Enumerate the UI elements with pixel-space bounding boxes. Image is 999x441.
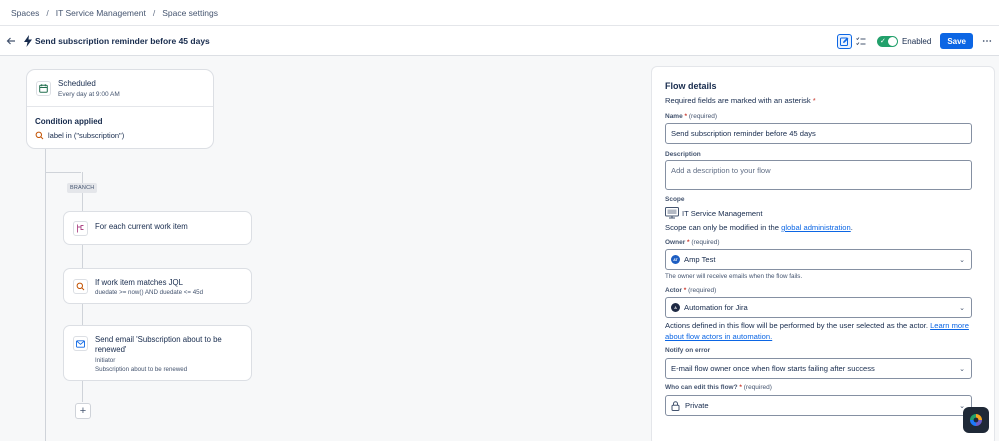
avatar: A <box>671 303 680 312</box>
trigger-subtitle: Every day at 9:00 AM <box>58 91 120 98</box>
mail-icon <box>73 336 88 351</box>
toggle-knob <box>887 36 897 46</box>
breadcrumb-separator: / <box>152 7 156 18</box>
enabled-label: Enabled <box>901 36 932 46</box>
who-can-edit-label: Who can edit this flow? * (required) <box>665 384 772 391</box>
notify-label: Notify on error <box>665 347 711 354</box>
breadcrumb-separator: / <box>46 7 49 18</box>
required-note: Required fields are marked with an aster… <box>665 96 816 105</box>
chevron-down-icon: ⌄ <box>959 304 965 312</box>
condition-row[interactable]: label in ("subscription") <box>35 131 124 140</box>
description-label: Description <box>665 151 701 158</box>
panel-heading: Flow details <box>665 81 717 91</box>
notify-select[interactable]: E-mail flow owner once when flow starts … <box>665 358 972 379</box>
step-title: Send email 'Subscription about to be ren… <box>95 335 222 354</box>
trigger-card[interactable]: Scheduled Every day at 9:00 AM Condition… <box>26 69 214 149</box>
who-can-edit-select[interactable]: Private ⌄ <box>665 395 972 416</box>
edit-mode-icon[interactable] <box>836 33 852 49</box>
breadcrumb-it-service-management[interactable]: IT Service Management <box>56 8 146 18</box>
condition-text: label in ("subscription") <box>48 131 125 140</box>
checklist-icon[interactable] <box>854 34 869 49</box>
step-if-jql[interactable]: If work item matches JQL duedate >= now(… <box>63 268 252 304</box>
actor-note: Actions defined in this flow will be per… <box>665 321 969 341</box>
chevron-down-icon: ⌄ <box>959 365 965 373</box>
back-arrow-icon[interactable] <box>4 34 18 48</box>
flow-details-panel: Flow details Required fields are marked … <box>651 66 995 441</box>
lock-icon <box>671 400 680 411</box>
search-icon <box>73 279 88 294</box>
name-input[interactable]: Send subscription reminder before 45 day… <box>665 123 972 144</box>
branch-connector-line <box>45 172 81 173</box>
step-send-email[interactable]: Send email 'Subscription about to be ren… <box>63 325 252 381</box>
assistant-logo-icon <box>970 414 982 426</box>
owner-label: Owner * (required) <box>665 239 720 246</box>
owner-select[interactable]: AT Amp Test ⌄ <box>665 249 972 270</box>
step-subtitle: duedate >= now() AND duedate <= 45d <box>95 289 204 296</box>
save-button[interactable]: Save <box>940 33 973 49</box>
more-options-icon[interactable]: ⋯ <box>981 36 993 47</box>
flow-header: Send subscription reminder before 45 day… <box>0 26 999 56</box>
scope-label: Scope <box>665 196 685 203</box>
actor-label: Actor * (required) <box>665 287 717 294</box>
flow-connector-line <box>45 149 46 441</box>
step-subtitle: Initiator <box>95 357 116 364</box>
branch-label: BRANCH <box>67 183 98 193</box>
enabled-toggle[interactable]: ✓ <box>876 35 898 47</box>
search-icon <box>35 131 44 140</box>
add-step-button[interactable]: + <box>75 403 91 419</box>
description-textarea[interactable]: Add a description to your flow <box>665 160 972 190</box>
notify-value: E-mail flow owner once when flow starts … <box>671 364 875 373</box>
step-title: If work item matches JQL <box>95 278 183 287</box>
name-label: Name * (required) <box>665 113 718 120</box>
step-subtitle: Subscription about to be renewed <box>95 366 188 373</box>
breadcrumb: Spaces / IT Service Management / Space s… <box>0 0 999 26</box>
lightning-bolt-icon <box>24 34 32 47</box>
step-title: For each current work item <box>95 222 188 231</box>
computer-icon <box>665 207 679 219</box>
flow-title-text: Send subscription reminder before 45 day… <box>35 35 210 46</box>
chevron-down-icon: ⌄ <box>959 256 965 264</box>
condition-title: Condition applied <box>35 117 103 126</box>
calendar-icon <box>36 81 51 96</box>
branch-icon <box>73 221 88 236</box>
breadcrumb-space-settings[interactable]: Space settings <box>162 8 218 18</box>
check-icon: ✓ <box>879 37 886 45</box>
who-can-edit-value: Private <box>685 401 709 410</box>
owner-value: Amp Test <box>684 255 716 264</box>
owner-hint: The owner will receive emails when the f… <box>665 273 803 280</box>
avatar: AT <box>671 255 680 264</box>
global-administration-link[interactable]: global administration <box>781 223 851 232</box>
scope-value: IT Service Management <box>665 207 762 219</box>
flow-title: Send subscription reminder before 45 day… <box>23 34 210 47</box>
scope-note: Scope can only be modified in the global… <box>665 223 853 232</box>
actor-select[interactable]: A Automation for Jira ⌄ <box>665 297 972 318</box>
actor-value: Automation for Jira <box>684 303 748 312</box>
assistant-button[interactable] <box>963 407 989 433</box>
trigger-title: Scheduled <box>58 79 96 88</box>
breadcrumb-spaces[interactable]: Spaces <box>11 8 39 18</box>
step-for-each[interactable]: For each current work item <box>63 211 252 245</box>
